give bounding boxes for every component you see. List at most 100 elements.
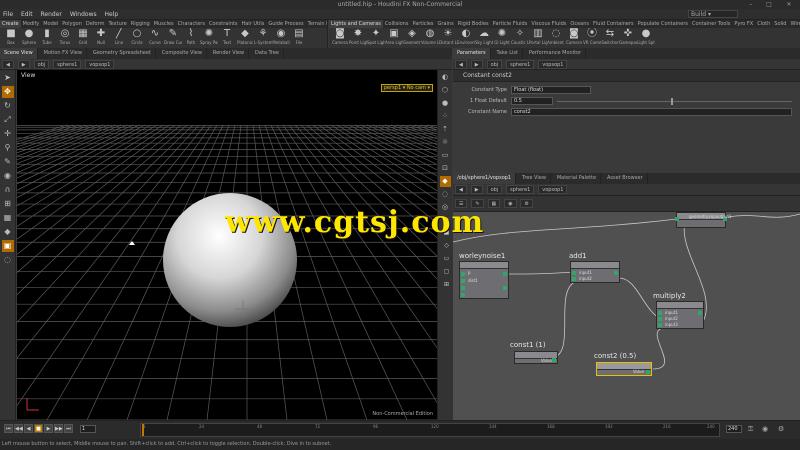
shelf-right-tab[interactable]: Container Tools xyxy=(690,20,732,28)
shelf-right-tab[interactable]: Particles xyxy=(410,20,435,28)
shelf-left-tool[interactable]: ◉ Metaball xyxy=(272,28,290,48)
shelf-right-tool[interactable]: ◈Geometry Light xyxy=(403,28,421,48)
network-editor[interactable]: geometryvopoutput1 worleynoise1 P dist1 … xyxy=(453,212,800,420)
normals-icon[interactable]: ⇡ xyxy=(440,124,451,135)
forward-button[interactable]: ▶ xyxy=(470,185,483,194)
handle-tool-icon[interactable]: ✛ xyxy=(2,128,14,140)
forward-button[interactable]: ▶ xyxy=(470,60,483,69)
shelf-left-tab[interactable]: Terrain FX xyxy=(306,20,327,28)
jump-end-button[interactable]: ⏭ xyxy=(64,424,73,433)
path-sphere1[interactable]: sphere1 xyxy=(506,60,535,69)
constant-type-menu[interactable]: Float (float) xyxy=(511,86,591,94)
shelf-right-tab[interactable]: Fluid Containers xyxy=(591,20,636,28)
step-forward-button[interactable]: ▶▶ xyxy=(54,424,63,433)
tab-material-palette[interactable]: Material Palette xyxy=(553,173,602,184)
shelf-left-tab[interactable]: Polygon xyxy=(60,20,84,28)
ghost-icon[interactable]: ◌ xyxy=(440,189,451,200)
shelf-left-tab[interactable]: Texture xyxy=(106,20,128,28)
menu-help[interactable]: Help xyxy=(102,9,122,20)
input-port[interactable] xyxy=(675,217,679,221)
node-add1[interactable]: input1 input2 xyxy=(570,261,620,283)
view-icon[interactable]: ◉ xyxy=(504,199,517,208)
jump-start-button[interactable]: ⏮ xyxy=(4,424,13,433)
shelf-right-tab[interactable]: Oceans xyxy=(568,20,591,28)
path-sphere1[interactable]: sphere1 xyxy=(506,185,535,194)
node-const2[interactable]: Value xyxy=(596,362,652,376)
grid-snap-icon[interactable]: ▦ xyxy=(2,212,14,224)
shelf-right-tool[interactable]: ●Light Sphere xyxy=(637,28,655,48)
shelf-left-tab[interactable]: Characters xyxy=(176,20,207,28)
node-multiply2[interactable]: input1 input2 input3 xyxy=(656,301,704,329)
path-obj[interactable]: obj xyxy=(33,60,50,69)
shelf-left-tab[interactable]: Rigging xyxy=(129,20,152,28)
shelf-left-tab[interactable]: Deform xyxy=(84,20,107,28)
shelf-right-tool[interactable]: ⦿VR Camera xyxy=(583,28,601,48)
path-obj[interactable]: obj xyxy=(486,185,503,194)
shelf-right-tool[interactable]: ◍Volume Light xyxy=(421,28,439,48)
float-default-slider[interactable] xyxy=(557,101,792,102)
tab-take-list[interactable]: Take List xyxy=(493,48,523,59)
constant-name-field[interactable]: const2 xyxy=(511,108,792,116)
camera-menu[interactable]: persp1 ▾ No cam ▾ xyxy=(380,84,433,92)
float-default-field[interactable]: 0.5 xyxy=(511,97,553,105)
tools-icon[interactable]: ⚙ xyxy=(520,199,533,208)
shelf-right-tab[interactable]: Lights and Cameras xyxy=(329,20,383,28)
brush-tool-icon[interactable]: ✎ xyxy=(2,156,14,168)
current-frame-field[interactable]: 1 xyxy=(80,425,96,433)
shelf-left-tab[interactable]: Muscles xyxy=(152,20,176,28)
play-button[interactable]: ▶ xyxy=(44,424,53,433)
shelf-right-tool[interactable]: ✸Point Light xyxy=(349,28,367,48)
shelf-left-tab[interactable]: Hair Utils xyxy=(239,20,266,28)
highlight-icon[interactable]: ◆ xyxy=(439,176,451,187)
back-button[interactable]: ◀ xyxy=(455,185,467,194)
shelf-left-tool[interactable]: ◆ Platonic xyxy=(236,28,254,48)
timeline-ruler[interactable]: 1 24 48 72 96 120 144 168 192 216 240 xyxy=(140,423,720,437)
menu-edit[interactable]: Edit xyxy=(18,9,36,20)
play-reverse-button[interactable]: ◀ xyxy=(24,424,33,433)
tab-performance-monitor[interactable]: Performance Monitor xyxy=(525,48,587,59)
shaded-icon[interactable]: ● xyxy=(440,98,451,109)
back-button[interactable]: ◀ xyxy=(2,60,14,69)
shelf-right-tool[interactable]: ✧Caustic Light xyxy=(511,28,529,48)
path-obj[interactable]: obj xyxy=(486,60,503,69)
shelf-right-tab[interactable]: Particle Fluids xyxy=(491,20,530,28)
shelf-right-tool[interactable]: ✦Spot Light xyxy=(367,28,385,48)
menu-render[interactable]: Render xyxy=(38,9,65,20)
display-options-icon[interactable]: ◐ xyxy=(440,72,451,83)
shelf-right-tab[interactable]: Solid xyxy=(772,20,788,28)
shelf-right-tool[interactable]: ◌Ambient Light xyxy=(547,28,565,48)
shelf-right-tab[interactable]: Pyro FX xyxy=(732,20,755,28)
tab-composite-view[interactable]: Composite View xyxy=(158,48,207,59)
shelf-right-tool[interactable]: ⇆ Switcher xyxy=(601,28,619,48)
auto-key-icon[interactable]: ◉ xyxy=(762,425,768,433)
tab-tree-view[interactable]: Tree View xyxy=(518,173,551,184)
bg-icon[interactable]: ▭ xyxy=(440,150,451,161)
shelf-right-tool[interactable]: ☀Distant Light xyxy=(439,28,457,48)
shelf-right-tab[interactable]: Grains xyxy=(436,20,456,28)
shelf-left-tool[interactable]: ∿ Curve xyxy=(146,28,164,48)
shelf-right-tool[interactable]: ☁ Sky Light xyxy=(475,28,493,48)
view-tool-icon[interactable]: ◉ xyxy=(2,170,14,182)
tab-render-view[interactable]: Render View xyxy=(209,48,250,59)
scale-tool-icon[interactable]: ⤢ xyxy=(2,114,14,126)
step-back-button[interactable]: ◀◀ xyxy=(14,424,23,433)
shelf-left-tool[interactable]: ▤ File xyxy=(290,28,308,48)
tab-asset-browser[interactable]: Asset Browser xyxy=(603,173,648,184)
shelf-left-tool[interactable]: ● Sphere xyxy=(20,28,38,48)
shelf-left-tool[interactable]: ✎Draw Curve xyxy=(164,28,182,48)
shelf-right-tool[interactable]: ◙ Camera xyxy=(331,28,349,48)
lights-icon[interactable]: ☼ xyxy=(440,137,451,148)
slider-knob[interactable] xyxy=(671,98,673,105)
cursor-icon[interactable]: ◌ xyxy=(2,254,14,266)
shelf-left-tool[interactable]: ▮ Tube xyxy=(38,28,56,48)
close-button[interactable]: ✕ xyxy=(782,0,796,9)
move-tool-icon[interactable]: ✥ xyxy=(1,86,14,98)
shelf-left-tool[interactable]: ○ Circle xyxy=(128,28,146,48)
maximize-button[interactable]: □ xyxy=(762,0,776,9)
rotate-tool-icon[interactable]: ↻ xyxy=(2,100,14,112)
forward-button[interactable]: ▶ xyxy=(17,60,30,69)
magnet-icon[interactable]: ∩ xyxy=(2,184,14,196)
select-tool-icon[interactable]: ➤ xyxy=(2,72,14,84)
shelf-left-tool[interactable]: ▦ Grid xyxy=(74,28,92,48)
tab-parameters[interactable]: Parameters xyxy=(453,48,491,59)
